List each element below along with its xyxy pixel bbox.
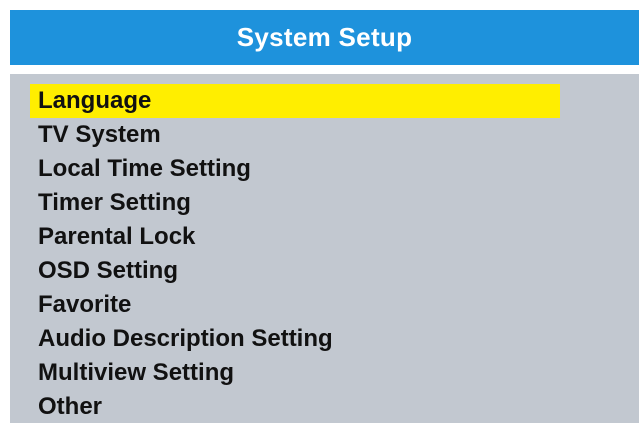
menu-item-local-time-setting[interactable]: Local Time Setting: [30, 152, 560, 186]
menu-item-parental-lock[interactable]: Parental Lock: [30, 220, 560, 254]
page-title: System Setup: [236, 22, 413, 52]
menu-item-language[interactable]: Language: [30, 84, 560, 118]
menu-item-multiview-setting[interactable]: Multiview Setting: [30, 356, 560, 390]
menu-item-tv-system[interactable]: TV System: [30, 118, 560, 152]
title-bar: System Setup: [10, 10, 639, 65]
menu-item-audio-description-setting[interactable]: Audio Description Setting: [30, 322, 560, 356]
title-divider: [10, 65, 639, 74]
menu-item-osd-setting[interactable]: OSD Setting: [30, 254, 560, 288]
menu-item-favorite[interactable]: Favorite: [30, 288, 560, 322]
system-setup-menu-panel: System Setup Language TV System Local Ti…: [10, 10, 639, 423]
settings-menu-list: Language TV System Local Time Setting Ti…: [30, 84, 560, 423]
menu-item-other[interactable]: Other: [30, 390, 560, 423]
menu-item-timer-setting[interactable]: Timer Setting: [30, 186, 560, 220]
